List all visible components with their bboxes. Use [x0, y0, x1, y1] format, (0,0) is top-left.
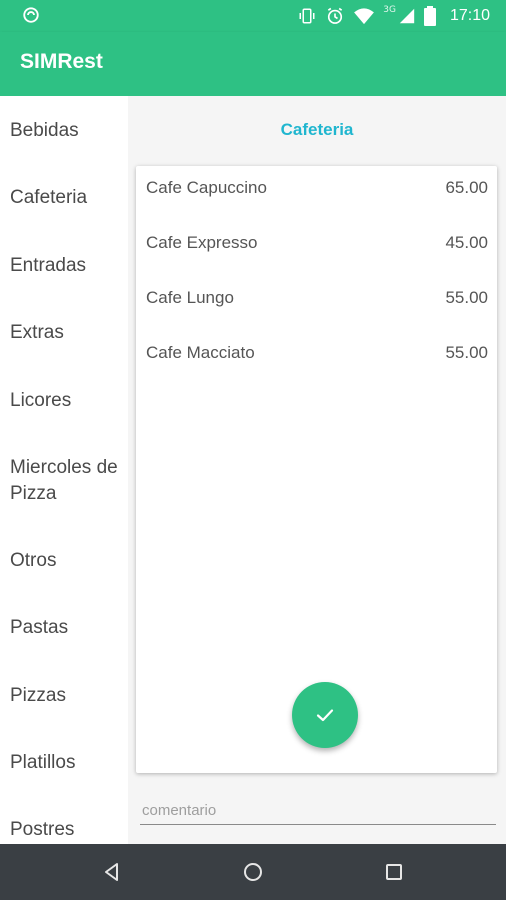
battery-icon: [423, 6, 436, 26]
item-name: Cafe Lungo: [146, 288, 234, 307]
wifi-icon: [354, 8, 375, 25]
list-item[interactable]: Cafe Expresso 45.00: [146, 229, 488, 259]
product-panel: Cafeteria Cafe Capuccino 65.00 Cafe Expr…: [128, 96, 506, 844]
item-price: 65.00: [445, 178, 488, 197]
sidebar-item-entradas[interactable]: Entradas: [10, 253, 86, 279]
back-icon[interactable]: [100, 860, 124, 884]
list-item[interactable]: Cafe Macciato 55.00: [146, 339, 488, 369]
sidebar-item-licores[interactable]: Licores: [10, 388, 71, 414]
sidebar-item-cafeteria[interactable]: Cafeteria: [10, 185, 87, 211]
app-bar: SIMRest: [0, 32, 506, 96]
sidebar-item-miercoles-de-pizza[interactable]: Miercoles de Pizza: [10, 455, 120, 507]
home-icon[interactable]: [241, 860, 265, 884]
vibrate-icon: [299, 8, 315, 24]
sidebar-item-postres[interactable]: Postres: [10, 817, 74, 843]
sidebar-item-extras[interactable]: Extras: [10, 320, 64, 346]
category-sidebar: Bebidas Cafeteria Entradas Extras Licore…: [0, 96, 128, 844]
item-price: 45.00: [445, 233, 488, 252]
alarm-icon: [328, 7, 343, 24]
confirm-order-button[interactable]: [292, 682, 358, 748]
item-price: 55.00: [445, 288, 488, 307]
status-bar: 3G 17:10: [0, 0, 506, 32]
sidebar-item-platillos[interactable]: Platillos: [10, 750, 75, 776]
network-type: 3G: [383, 5, 396, 15]
check-icon: [316, 709, 334, 722]
item-price: 55.00: [445, 343, 488, 362]
sidebar-item-bebidas[interactable]: Bebidas: [10, 118, 79, 144]
sync-icon: [23, 7, 39, 23]
sidebar-item-otros[interactable]: Otros: [10, 548, 56, 574]
list-item[interactable]: Cafe Lungo 55.00: [146, 284, 488, 314]
list-item[interactable]: Cafe Capuccino 65.00: [146, 174, 488, 204]
app-title: SIMRest: [20, 50, 103, 73]
product-list-card: Cafe Capuccino 65.00 Cafe Expresso 45.00…: [136, 166, 497, 773]
item-name: Cafe Macciato: [146, 343, 255, 362]
comment-field[interactable]: [140, 796, 496, 825]
item-name: Cafe Expresso: [146, 233, 258, 252]
sidebar-item-pizzas[interactable]: Pizzas: [10, 683, 66, 709]
signal-icon: [399, 8, 415, 24]
clock: 17:10: [449, 7, 490, 24]
status-icons: 3G 17:10: [297, 5, 490, 27]
category-title: Cafeteria: [280, 120, 354, 139]
sidebar-item-pastas[interactable]: Pastas: [10, 615, 68, 641]
item-name: Cafe Capuccino: [146, 178, 267, 197]
recents-icon[interactable]: [382, 860, 406, 884]
system-nav-bar: [0, 844, 506, 900]
